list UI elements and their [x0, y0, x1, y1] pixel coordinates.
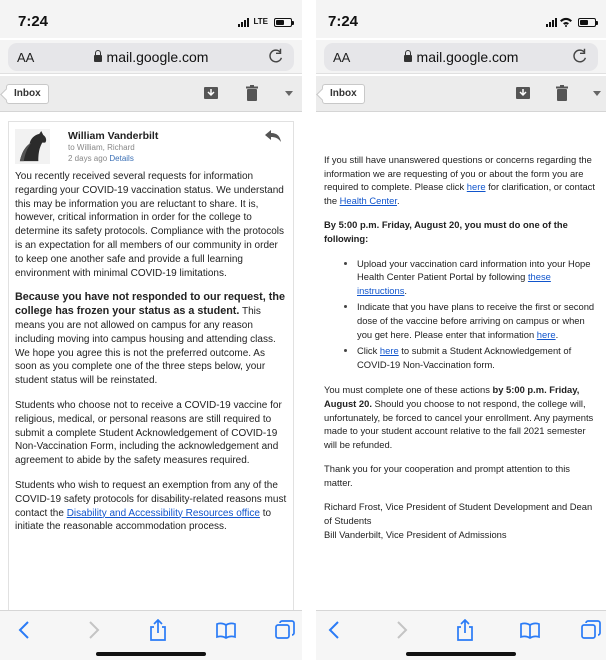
- gmail-toolbar: Inbox: [0, 76, 302, 112]
- status-icons: [546, 15, 598, 27]
- back-icon[interactable]: [14, 619, 36, 641]
- more-dropdown-icon[interactable]: [592, 90, 602, 98]
- url-text: mail.google.com: [416, 49, 519, 65]
- paragraph-questions: If you still have unanswered questions o…: [324, 153, 598, 207]
- deadline-text-start: You must complete one of these actions: [324, 384, 493, 396]
- signal-icon: [238, 17, 250, 27]
- tabs-icon[interactable]: [274, 619, 296, 641]
- signal-icon: [546, 17, 557, 27]
- email-body: You recently received several requests f…: [15, 170, 287, 534]
- url-display[interactable]: mail.google.com: [8, 49, 294, 65]
- archive-icon[interactable]: [515, 85, 531, 101]
- action-list: Upload your vaccination card information…: [324, 257, 598, 372]
- date-text: 2 days ago: [68, 154, 108, 163]
- battery-icon: [274, 18, 294, 27]
- wifi-icon: [560, 17, 572, 27]
- paragraph-non-vaccination: Students who choose not to receive a COV…: [15, 399, 282, 467]
- url-display[interactable]: mail.google.com: [324, 49, 598, 65]
- forward-icon[interactable]: [82, 619, 104, 641]
- paragraph-exemption: Students who wish to request an exemptio…: [15, 479, 287, 534]
- bookmarks-icon[interactable]: [519, 619, 541, 641]
- status-icons: LTE: [238, 15, 294, 27]
- more-dropdown-icon[interactable]: [284, 90, 294, 98]
- sent-date: 2 days ago Details: [68, 154, 134, 163]
- lock-icon: [403, 50, 412, 62]
- signature-vanderbilt: Bill Vanderbilt, Vice President of Admis…: [324, 528, 507, 540]
- safari-toolbar: [316, 610, 606, 660]
- reload-icon[interactable]: [571, 47, 589, 65]
- reply-icon[interactable]: [265, 130, 281, 142]
- left-phone-screen: 7:24 LTE AA mail.google.com Inbox Willia…: [0, 0, 302, 660]
- status-time: 7:24: [18, 13, 49, 30]
- signature-block: Richard Frost, Vice President of Student…: [324, 500, 598, 541]
- status-bar: 7:24: [316, 0, 606, 38]
- list-item-acknowledgement: Click here to submit a Student Acknowled…: [324, 344, 598, 371]
- paragraph-deadline: You must complete one of these actions b…: [324, 383, 598, 451]
- browser-address-bar: AA mail.google.com: [316, 40, 606, 74]
- trash-icon[interactable]: [555, 85, 569, 101]
- details-link[interactable]: Details: [109, 154, 133, 163]
- questions-text-end: .: [396, 194, 400, 206]
- lock-icon: [93, 50, 102, 62]
- url-field[interactable]: AA mail.google.com: [8, 43, 294, 71]
- health-center-link[interactable]: Health Center: [340, 195, 397, 206]
- frozen-status-text: This means you are not allowed on campus…: [15, 306, 276, 387]
- ack-text-start: Click: [357, 345, 380, 357]
- gmail-toolbar: Inbox: [316, 76, 606, 112]
- upload-text: Upload your vaccination card information…: [357, 257, 591, 283]
- email-content: William Vanderbilt to William, Richard 2…: [0, 113, 302, 610]
- clarification-link[interactable]: here: [467, 181, 486, 192]
- signature-frost: Richard Frost, Vice President of Student…: [324, 501, 593, 527]
- acknowledgement-here-link[interactable]: here: [380, 345, 399, 356]
- home-indicator: [96, 652, 206, 656]
- home-indicator: [406, 652, 516, 656]
- deadline-heading: By 5:00 p.m. Friday, August 20, you must…: [324, 219, 568, 244]
- screenshot-divider: [302, 0, 316, 660]
- email-card: William Vanderbilt to William, Richard 2…: [8, 121, 294, 610]
- status-bar: 7:24 LTE: [0, 0, 302, 38]
- paragraph-status-frozen: Because you have not responded to our re…: [15, 291, 287, 388]
- list-item-upload: Upload your vaccination card information…: [324, 257, 598, 298]
- share-icon[interactable]: [454, 619, 476, 641]
- status-time: 7:24: [328, 13, 359, 30]
- archive-icon[interactable]: [203, 85, 219, 101]
- forward-icon[interactable]: [390, 619, 412, 641]
- reload-icon[interactable]: [267, 47, 285, 65]
- email-content: If you still have unanswered questions o…: [316, 113, 606, 610]
- paragraph-thanks: Thank you for your cooperation and promp…: [324, 463, 570, 488]
- plans-text-end: .: [555, 328, 559, 340]
- url-text: mail.google.com: [106, 49, 209, 65]
- sender-name: William Vanderbilt: [68, 130, 159, 142]
- right-phone-screen: 7:24 AA mail.google.com Inbox If you sti…: [316, 0, 606, 660]
- paragraph-status-request: You recently received several requests f…: [15, 171, 285, 279]
- battery-icon: [578, 18, 598, 27]
- browser-address-bar: AA mail.google.com: [0, 40, 302, 74]
- back-icon[interactable]: [324, 619, 346, 641]
- recipients: to William, Richard: [68, 143, 135, 152]
- url-field[interactable]: AA mail.google.com: [324, 43, 598, 71]
- inbox-back-button[interactable]: Inbox: [322, 84, 365, 104]
- tabs-icon[interactable]: [580, 619, 602, 641]
- plans-here-link[interactable]: here: [537, 329, 556, 340]
- avatar: [15, 129, 50, 164]
- list-item-plans: Indicate that you have plans to receive …: [324, 300, 598, 341]
- share-icon[interactable]: [147, 619, 169, 641]
- disability-office-link[interactable]: Disability and Accessibility Resources o…: [67, 508, 260, 519]
- network-type: LTE: [253, 17, 268, 26]
- plans-text: Indicate that you have plans to receive …: [357, 301, 595, 340]
- bookmarks-icon[interactable]: [215, 619, 237, 641]
- safari-toolbar: [0, 610, 302, 660]
- upload-text-end: .: [404, 284, 408, 296]
- trash-icon[interactable]: [245, 85, 259, 101]
- sender-header: William Vanderbilt to William, Richard 2…: [15, 128, 287, 170]
- inbox-back-button[interactable]: Inbox: [6, 84, 49, 104]
